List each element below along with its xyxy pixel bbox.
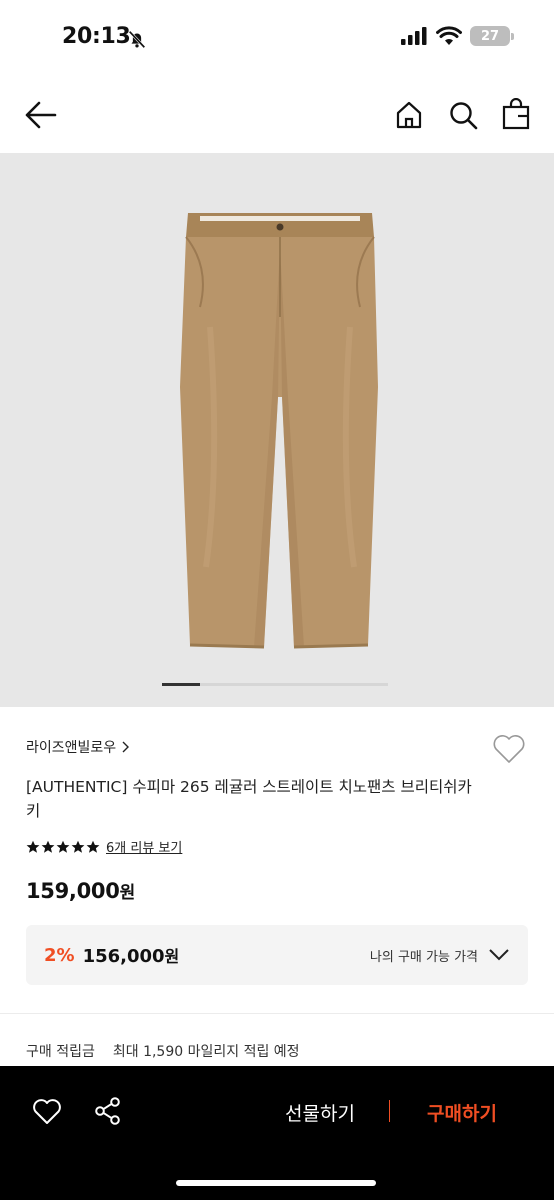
gallery-pagination-active bbox=[162, 683, 200, 686]
price: 159,000원 bbox=[26, 878, 135, 903]
chevron-right-icon bbox=[122, 741, 130, 753]
buy-button[interactable]: 구매하기 bbox=[410, 1096, 514, 1128]
price-unit: 원 bbox=[119, 883, 136, 903]
review-link[interactable]: 6개 리뷰 보기 bbox=[106, 837, 182, 856]
cellular-signal-icon bbox=[401, 27, 427, 45]
discount-rate: 2% bbox=[44, 944, 75, 966]
my-price-value: 156,000원 bbox=[83, 943, 180, 967]
search-icon[interactable] bbox=[448, 100, 478, 130]
points-row: 구매 적립금 최대 1,590 마일리지 적립 예정 bbox=[26, 1041, 300, 1061]
wishlist-heart-icon[interactable] bbox=[492, 733, 526, 765]
bottom-action-bar: 선물하기 구매하기 bbox=[0, 1066, 554, 1200]
battery-icon: 27 bbox=[470, 26, 514, 46]
bell-muted-icon bbox=[128, 30, 146, 49]
my-price-unit: 원 bbox=[164, 947, 180, 966]
home-icon[interactable] bbox=[394, 100, 424, 130]
gallery-pagination bbox=[162, 683, 388, 686]
button-separator bbox=[389, 1100, 390, 1122]
rating-row: 6개 리뷰 보기 bbox=[26, 837, 182, 856]
product-image-chino-pants bbox=[180, 213, 378, 649]
price-value: 159,000 bbox=[26, 879, 120, 903]
star-icon bbox=[26, 840, 40, 853]
status-time: 20:13 bbox=[62, 24, 131, 49]
chevron-down-icon bbox=[489, 949, 509, 961]
product-title: [AUTHENTIC] 수피마 265 레귤러 스트레이트 치노팬츠 브리티쉬카… bbox=[26, 778, 472, 820]
shopping-bag-icon[interactable] bbox=[502, 98, 530, 130]
star-icon bbox=[41, 840, 55, 853]
battery-level: 27 bbox=[480, 28, 500, 44]
heart-icon[interactable] bbox=[32, 1098, 62, 1126]
back-arrow-icon[interactable] bbox=[24, 100, 58, 130]
section-divider bbox=[0, 1013, 554, 1014]
gift-button[interactable]: 선물하기 bbox=[270, 1096, 370, 1128]
my-price-label: 나의 구매 가능 가격 bbox=[369, 949, 478, 965]
brand-link[interactable]: 라이즈앤빌로우 bbox=[26, 737, 130, 757]
star-icon bbox=[86, 840, 100, 853]
status-bar: 20:13 27 bbox=[0, 0, 554, 76]
share-icon[interactable] bbox=[94, 1096, 122, 1126]
wifi-icon bbox=[436, 26, 462, 45]
star-icon bbox=[56, 840, 70, 853]
home-indicator[interactable] bbox=[176, 1180, 376, 1186]
product-image-gallery[interactable] bbox=[0, 153, 554, 707]
my-price-amount: 156,000 bbox=[82, 946, 165, 967]
points-value: 최대 1,590 마일리지 적립 예정 bbox=[112, 1044, 300, 1060]
status-icons: 27 bbox=[400, 26, 514, 46]
star-icon bbox=[71, 840, 85, 853]
brand-name: 라이즈앤빌로우 bbox=[26, 740, 117, 756]
points-label: 구매 적립금 bbox=[26, 1044, 95, 1060]
top-nav bbox=[0, 80, 554, 152]
my-price-box[interactable]: 2% 156,000원 나의 구매 가능 가격 bbox=[26, 925, 528, 985]
rating-stars bbox=[26, 840, 100, 854]
